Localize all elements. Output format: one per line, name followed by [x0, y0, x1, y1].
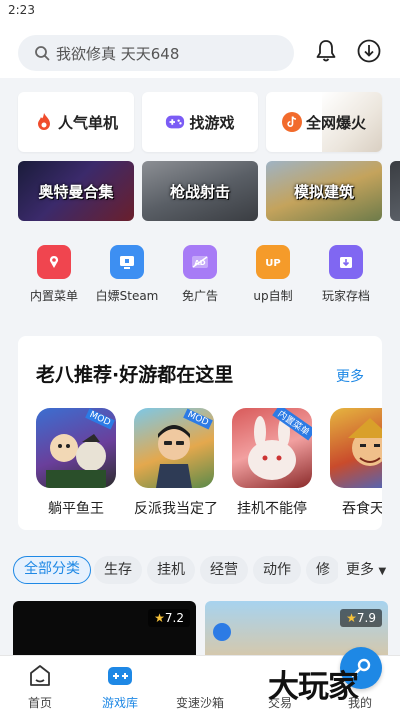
game-name: 挂机不能停: [237, 501, 307, 517]
game-icon: MOD: [36, 408, 116, 488]
category-find-game[interactable]: 找游戏: [142, 92, 258, 152]
nav-home[interactable]: 首页: [0, 662, 80, 711]
star-icon: ★: [154, 611, 165, 625]
category-label: 全网爆火: [305, 113, 366, 132]
search-icon: [35, 46, 50, 61]
filter-chip-idle[interactable]: 挂机: [147, 556, 195, 584]
nav-speed-sandbox[interactable]: 变速沙箱: [160, 647, 382, 711]
recommend-title: 老八推荐·好游都在这里: [36, 364, 234, 386]
game-item[interactable]: 吞食天地: [330, 408, 382, 518]
rating-badge: ★7.9: [340, 609, 382, 627]
game-name: 吞食天地: [342, 501, 382, 517]
tool-label: 玩家存档: [321, 289, 370, 303]
tool-free-steam[interactable]: 白嫖Steam: [92, 245, 162, 304]
bell-icon[interactable]: [313, 38, 339, 64]
game-card[interactable]: ★7.2: [13, 601, 196, 661]
banner-label: 奥特曼合集: [38, 182, 114, 201]
nav-game-library[interactable]: 游戏库: [80, 662, 160, 711]
svg-text:AD: AD: [194, 259, 205, 267]
category-trending[interactable]: 全网爆火: [266, 92, 382, 152]
banner-next-peek: [390, 161, 400, 221]
filter-chip-cultivation[interactable]: 修: [306, 556, 340, 584]
game-library-icon: [108, 667, 132, 685]
banner-ultraman[interactable]: 奥特曼合集: [18, 161, 134, 221]
menu-icon: [37, 245, 71, 279]
game-icon: [330, 408, 382, 488]
fire-icon: [34, 112, 54, 132]
filter-more-label: 更多: [346, 562, 374, 578]
banner-sim-build[interactable]: 模拟建筑: [266, 161, 382, 221]
category-label: 找游戏: [189, 113, 235, 132]
gamepad-icon: [165, 112, 185, 132]
tool-built-in-menu[interactable]: 内置菜单: [19, 245, 89, 304]
tool-no-ads[interactable]: AD 免广告: [165, 245, 235, 304]
filter-more-button[interactable]: 更多 ▼: [338, 556, 400, 584]
game-item[interactable]: MOD 躺平鱼王: [36, 408, 116, 518]
category-label: 人气单机: [57, 113, 118, 132]
category-popular-offline[interactable]: 人气单机: [18, 92, 134, 152]
game-name: 躺平鱼王: [48, 501, 104, 517]
game-item[interactable]: MOD 反派我当定了: [134, 408, 218, 518]
monitor-icon: [110, 245, 144, 279]
game-icon: MOD: [134, 408, 214, 488]
nav-label: 游戏库: [101, 696, 138, 710]
watermark-logo: 大玩家: [268, 669, 359, 705]
game-item[interactable]: 内置菜单 挂机不能停: [232, 408, 312, 518]
banner-shooter[interactable]: 枪战射击: [142, 161, 258, 221]
filter-bar: 全部分类 生存 挂机 经营 动作 修 更多 ▼: [0, 556, 400, 586]
filter-chip-action[interactable]: 动作: [253, 556, 301, 584]
game-icon: 内置菜单: [232, 408, 312, 488]
banner-label: 模拟建筑: [293, 182, 354, 201]
user-icon: [213, 623, 231, 641]
nav-label: 首页: [27, 696, 52, 710]
tool-label: up自制: [253, 289, 293, 303]
save-icon: [329, 245, 363, 279]
tool-player-saves[interactable]: 玩家存档: [311, 245, 381, 304]
recommend-panel: 老八推荐·好游都在这里 更多 MOD 躺平鱼王 MOD 反派我当定了 内置菜单 …: [18, 336, 382, 530]
tool-label: 白嫖Steam: [95, 289, 159, 303]
status-time: 2:23: [8, 3, 35, 17]
filter-chip-survival[interactable]: 生存: [94, 556, 142, 584]
rating-badge: ★7.2: [148, 609, 190, 627]
recommend-more-link[interactable]: 更多: [336, 366, 364, 386]
filter-chip-all[interactable]: 全部分类: [13, 556, 91, 584]
svg-text:UP: UP: [265, 258, 280, 269]
ad-free-icon: AD: [183, 245, 217, 279]
search-input[interactable]: 我欲修真 天天648: [18, 35, 294, 71]
filter-chip-management[interactable]: 经营: [200, 556, 248, 584]
status-bar: 2:23: [0, 0, 400, 22]
download-icon[interactable]: [356, 38, 382, 64]
tool-label: 免广告: [181, 289, 218, 303]
up-icon: UP: [256, 245, 290, 279]
search-placeholder: 我欲修真 天天648: [56, 44, 180, 63]
home-icon: [30, 665, 50, 686]
tool-up-made[interactable]: UP up自制: [238, 245, 308, 304]
tool-label: 内置菜单: [29, 289, 78, 303]
douyin-icon: [281, 112, 302, 132]
banner-label: 枪战射击: [169, 182, 230, 201]
nav-label: 变速沙箱: [175, 696, 224, 710]
chevron-down-icon: ▼: [378, 566, 387, 577]
game-name: 反派我当定了: [134, 501, 218, 517]
star-icon: ★: [346, 611, 357, 625]
top-bar: 我欲修真 天天648: [0, 22, 400, 78]
warrior-icon: [348, 418, 382, 466]
